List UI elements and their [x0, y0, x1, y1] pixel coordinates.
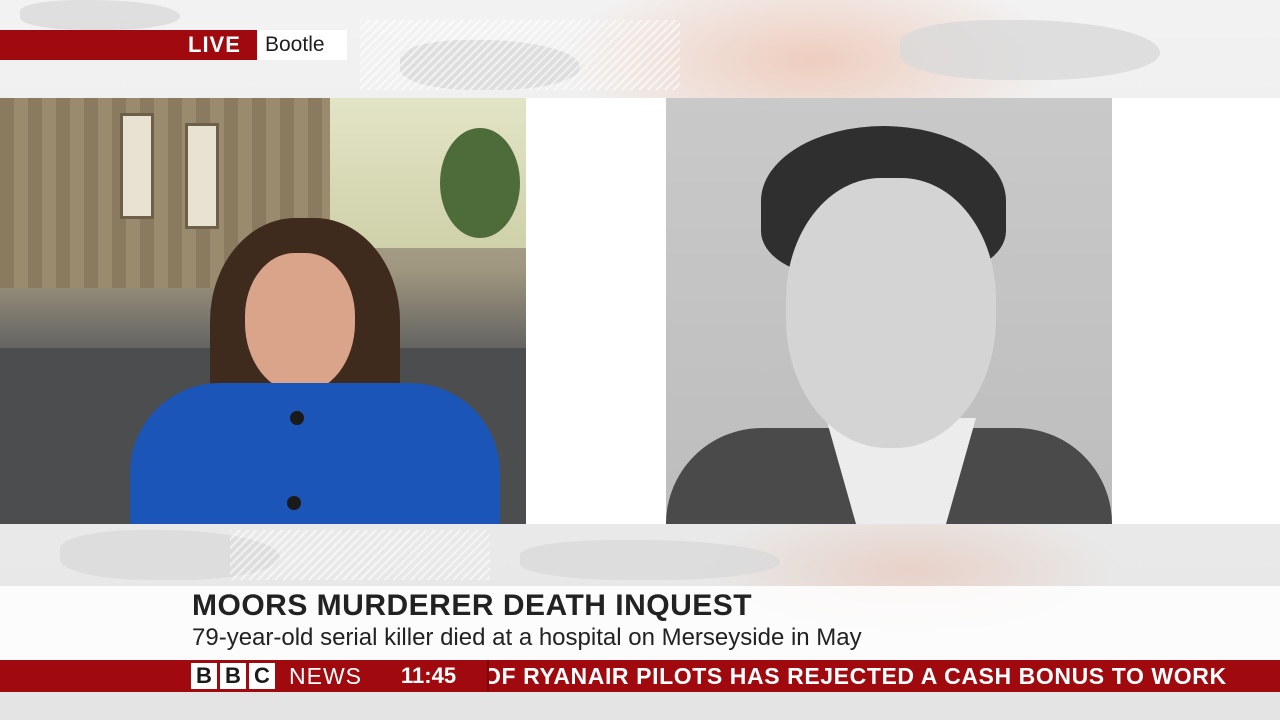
bbc-logo-block: B — [191, 663, 217, 689]
archive-mugshot-photo — [666, 98, 1112, 524]
location-label: Bootle — [265, 33, 325, 56]
reporter-blue-coat — [130, 383, 500, 524]
coat-button — [287, 496, 301, 510]
ticker-scroll-text: OF RYANAIR PILOTS HAS REJECTED A CASH BO… — [489, 663, 1227, 689]
building-window — [120, 113, 154, 219]
ticker-scroll-area: OF RYANAIR PILOTS HAS REJECTED A CASH BO… — [489, 660, 1280, 692]
reporter-video-feed — [0, 98, 526, 524]
ticker-clock: 11:45 — [401, 663, 457, 688]
coat-button — [290, 411, 304, 425]
map-hatching — [360, 20, 680, 90]
map-landmass — [900, 20, 1160, 80]
reporter-face — [245, 253, 355, 393]
bbc-logo: B B C — [191, 663, 275, 689]
mugshot-face — [786, 178, 996, 448]
map-hatching — [230, 530, 490, 580]
news-wordmark: NEWS — [289, 663, 362, 689]
bbc-logo-block: B — [220, 663, 246, 689]
map-landmass — [520, 540, 780, 580]
video-side-panel — [1112, 98, 1280, 524]
bbc-logo-block: C — [249, 663, 275, 689]
live-label: LIVE — [188, 32, 241, 57]
video-gap-panel — [526, 98, 666, 524]
subline-caption: 79-year-old serial killer died at a hosp… — [192, 624, 862, 651]
bottom-strip — [0, 692, 1280, 720]
headline-caption: MOORS MURDERER DEATH INQUEST — [192, 589, 753, 622]
building-window — [185, 123, 219, 229]
map-landmass — [20, 0, 180, 30]
reporter-figure — [130, 218, 500, 524]
